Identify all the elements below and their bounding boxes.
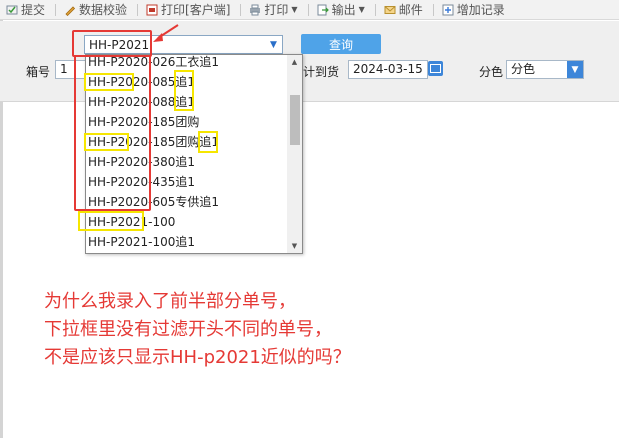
delivery-date-label: 计到货 [303, 65, 340, 79]
toolbar-submit[interactable]: 提交 [6, 1, 45, 18]
annotation-yellow-highlight [84, 73, 134, 91]
scrollbar-thumb[interactable] [290, 95, 300, 145]
toolbar-export[interactable]: 输出 ▼ [317, 1, 365, 18]
annotation-text-line: 为什么我录入了前半部分单号， [44, 291, 296, 312]
annotation-text-line: 不是应该只显示HH-p2021近似的吗？ [44, 347, 351, 368]
dropdown-scrollbar[interactable]: ▲ ▼ [287, 55, 302, 253]
toolbar-export-label: 输出 [331, 3, 356, 17]
toolbar-separator [374, 3, 376, 16]
box-number-label: 箱号 [26, 65, 51, 79]
toolbar-validate[interactable]: 数据校验 [64, 1, 127, 18]
chevron-down-icon[interactable]: ▼ [265, 36, 282, 53]
toolbar-validate-label: 数据校验 [79, 3, 128, 17]
toolbar-mail-label: 邮件 [398, 3, 423, 17]
query-button[interactable]: 查询 [301, 34, 381, 54]
annotation-text-line: 下拉框里没有过滤开头不同的单号， [44, 319, 332, 340]
toolbar-separator [240, 3, 242, 16]
toolbar-print-client[interactable]: 打印[客户端] [146, 1, 230, 18]
mail-icon [384, 4, 396, 16]
submit-icon [6, 4, 18, 16]
color-split-label: 分色 [479, 65, 504, 79]
annotation-yellow-highlight [198, 131, 218, 153]
toolbar-separator [432, 3, 434, 16]
dropdown-arrow-icon: ▼ [291, 5, 298, 14]
toolbar: 提交 数据校验 打印[客户端] 打印 ▼ 输出 ▼ 邮件 增加记录 [0, 0, 619, 20]
dropdown-item[interactable]: HH-P2021-100追1 [88, 232, 195, 252]
annotation-yellow-highlight [174, 70, 194, 111]
toolbar-separator [55, 3, 57, 16]
export-icon [317, 4, 329, 16]
toolbar-submit-label: 提交 [21, 3, 46, 17]
toolbar-add-record-label: 增加记录 [456, 3, 505, 17]
annotation-yellow-highlight [78, 211, 144, 231]
add-record-icon [442, 4, 454, 16]
toolbar-separator [137, 3, 139, 16]
scroll-down-icon[interactable]: ▼ [287, 239, 302, 253]
toolbar-print-label: 打印 [264, 3, 289, 17]
dropdown-arrow-icon: ▼ [358, 5, 365, 14]
scroll-up-icon[interactable]: ▲ [287, 55, 302, 69]
annotation-yellow-highlight [84, 133, 129, 151]
toolbar-add-record[interactable]: 增加记录 [442, 1, 505, 18]
delivery-date-input[interactable]: 2024-03-15 [348, 60, 428, 79]
calendar-icon[interactable] [428, 61, 443, 76]
annotation-arrow-icon [153, 24, 179, 42]
toolbar-separator [307, 3, 309, 16]
printer-icon [249, 4, 261, 16]
pdf-icon [146, 4, 158, 16]
chevron-down-icon[interactable]: ▼ [567, 61, 583, 78]
toolbar-print-client-label: 打印[客户端] [161, 3, 231, 17]
annotation-red-box-input [72, 30, 152, 57]
toolbar-print[interactable]: 打印 ▼ [249, 1, 298, 18]
pencil-icon [64, 4, 76, 16]
toolbar-mail[interactable]: 邮件 [384, 1, 423, 18]
